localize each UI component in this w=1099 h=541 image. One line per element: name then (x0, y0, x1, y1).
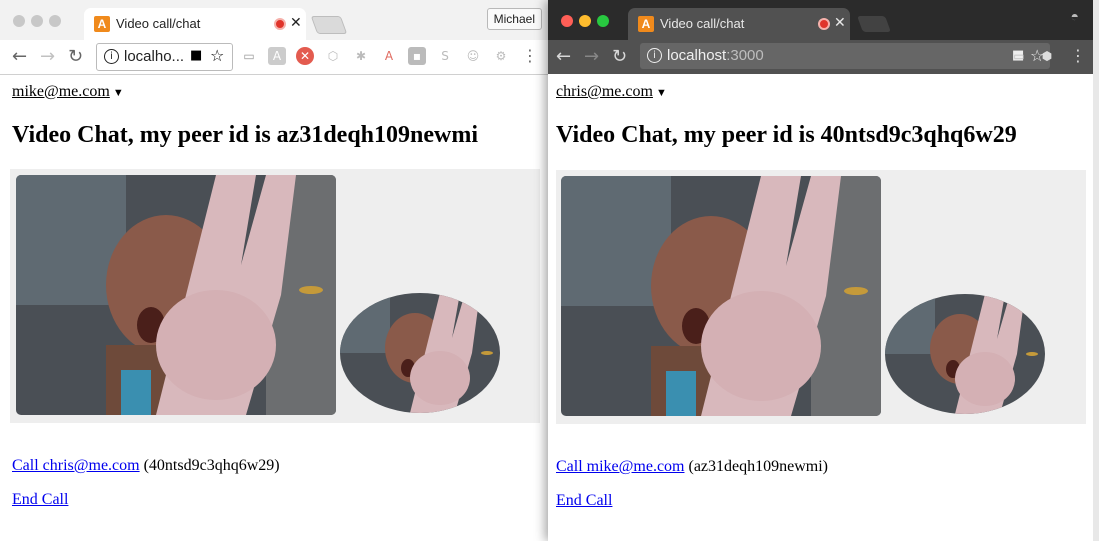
minimize-window-button[interactable] (579, 15, 591, 27)
forward-arrow-icon[interactable]: → (40, 46, 55, 67)
angular-extension-icon[interactable]: A (268, 47, 286, 65)
url-text: localho... (124, 48, 184, 65)
zoom-window-button[interactable] (49, 15, 61, 27)
remote-video (561, 176, 881, 416)
call-peer-link[interactable]: Call mike@me.com (556, 458, 684, 475)
peer-id-text: (az31deqh109newmi) (688, 458, 828, 475)
page-title: Video Chat, my peer id is 40ntsd9c3qhq6w… (556, 122, 1017, 148)
page-title: Video Chat, my peer id is az31deqh109new… (12, 122, 479, 148)
user-email: chris@me.com (556, 83, 653, 100)
recording-icon (818, 18, 830, 30)
cast-icon[interactable]: ▭ (1010, 47, 1028, 65)
tab-title: Video call/chat (116, 16, 201, 31)
close-window-button[interactable] (13, 15, 25, 27)
peer-id-text: (40ntsd9c3qhq6w29) (143, 457, 280, 474)
gear-extension-icon[interactable]: ⚙ (492, 47, 510, 65)
caret-down-icon: ▼ (655, 87, 667, 99)
browser-toolbar: ← → ↻ i localhost:3000 ■ ☆ ▭ ⬢ ⋮ (548, 40, 1093, 74)
tab-video-call[interactable]: A Video call/chat ✕ (628, 8, 850, 40)
back-arrow-icon[interactable]: ← (556, 46, 571, 67)
end-call-link[interactable]: End Call (556, 492, 612, 510)
reload-icon[interactable]: ↻ (612, 46, 627, 67)
cube-extension-icon[interactable]: ⬡ (324, 47, 342, 65)
kebab-menu-icon[interactable]: ⋮ (1070, 46, 1086, 65)
caret-down-icon: ▼ (112, 87, 124, 99)
info-icon[interactable]: i (104, 49, 119, 64)
browser-toolbar: ← → ↻ i localho... ■ ☆ ▭ A ✕ ⬡ ✱ A ▪ S ☺… (0, 40, 548, 75)
camera-icon[interactable]: ■ (190, 48, 202, 63)
page-content: mike@me.com ▼ Video Chat, my peer id is a… (0, 75, 548, 541)
url-host: localho... (124, 48, 185, 65)
user-menu-dropdown[interactable]: mike@me.com ▼ (12, 83, 124, 101)
video-area (10, 169, 540, 423)
block-extension-icon[interactable]: ✕ (296, 47, 314, 65)
angular-favicon-icon: A (638, 16, 654, 32)
recording-icon (274, 18, 286, 30)
url-host: localhost (667, 47, 727, 64)
desktop-background (1093, 0, 1099, 541)
call-line: Call chris@me.com (40ntsd9c3qhq6w29) (12, 457, 280, 475)
window-controls (561, 14, 615, 32)
tab-video-call[interactable]: A Video call/chat ✕ (84, 8, 306, 40)
url-port: :3000 (726, 47, 764, 64)
note-extension-icon[interactable]: ▪ (408, 47, 426, 65)
bunny-extension-icon[interactable]: ✱ (352, 47, 370, 65)
page-content: chris@me.com ▼ Video Chat, my peer id is … (548, 75, 1093, 541)
remote-video (16, 175, 336, 415)
end-call-link[interactable]: End Call (12, 491, 68, 509)
incognito-icon: ◓ (1070, 10, 1079, 25)
video-area (556, 170, 1086, 424)
info-icon[interactable]: i (647, 48, 662, 63)
window-controls (13, 14, 67, 32)
face-extension-icon[interactable]: ☺ (464, 47, 482, 65)
back-arrow-icon[interactable]: ← (12, 46, 27, 67)
zoom-window-button[interactable] (597, 15, 609, 27)
tab-strip: A Video call/chat ✕ ◓ (548, 0, 1093, 40)
local-video (340, 293, 500, 413)
user-email: mike@me.com (12, 83, 110, 100)
cube-extension-icon[interactable]: ⬢ (1038, 47, 1056, 65)
address-bar[interactable]: i localhost:3000 ■ ☆ (640, 43, 1050, 69)
star-icon[interactable]: ☆ (210, 46, 224, 65)
browser-window-mike: A Video call/chat ✕ Michael ← → ↻ i loca… (0, 0, 548, 541)
close-icon[interactable]: ✕ (290, 14, 302, 31)
local-video (885, 294, 1045, 414)
url-text: localhost:3000 (667, 47, 764, 64)
kebab-menu-icon[interactable]: ⋮ (522, 46, 538, 65)
close-window-button[interactable] (561, 15, 573, 27)
angular-devtools-icon[interactable]: A (380, 47, 398, 65)
cast-icon[interactable]: ▭ (240, 47, 258, 65)
user-menu-dropdown[interactable]: chris@me.com ▼ (556, 83, 667, 101)
tab-title: Video call/chat (660, 16, 745, 31)
tab-strip: A Video call/chat ✕ Michael (0, 0, 548, 41)
browser-window-chris: A Video call/chat ✕ ◓ ← → ↻ i localhost:… (548, 0, 1093, 541)
new-tab-button[interactable] (857, 16, 891, 32)
call-peer-link[interactable]: Call chris@me.com (12, 457, 140, 474)
forward-arrow-icon[interactable]: → (584, 46, 599, 67)
close-icon[interactable]: ✕ (834, 14, 846, 31)
new-tab-button[interactable] (310, 16, 348, 34)
profile-button[interactable]: Michael (486, 8, 542, 30)
minimize-window-button[interactable] (31, 15, 43, 27)
s-extension-icon[interactable]: S (436, 47, 454, 65)
call-line: Call mike@me.com (az31deqh109newmi) (556, 458, 828, 476)
angular-favicon-icon: A (94, 16, 110, 32)
reload-icon[interactable]: ↻ (68, 46, 83, 67)
